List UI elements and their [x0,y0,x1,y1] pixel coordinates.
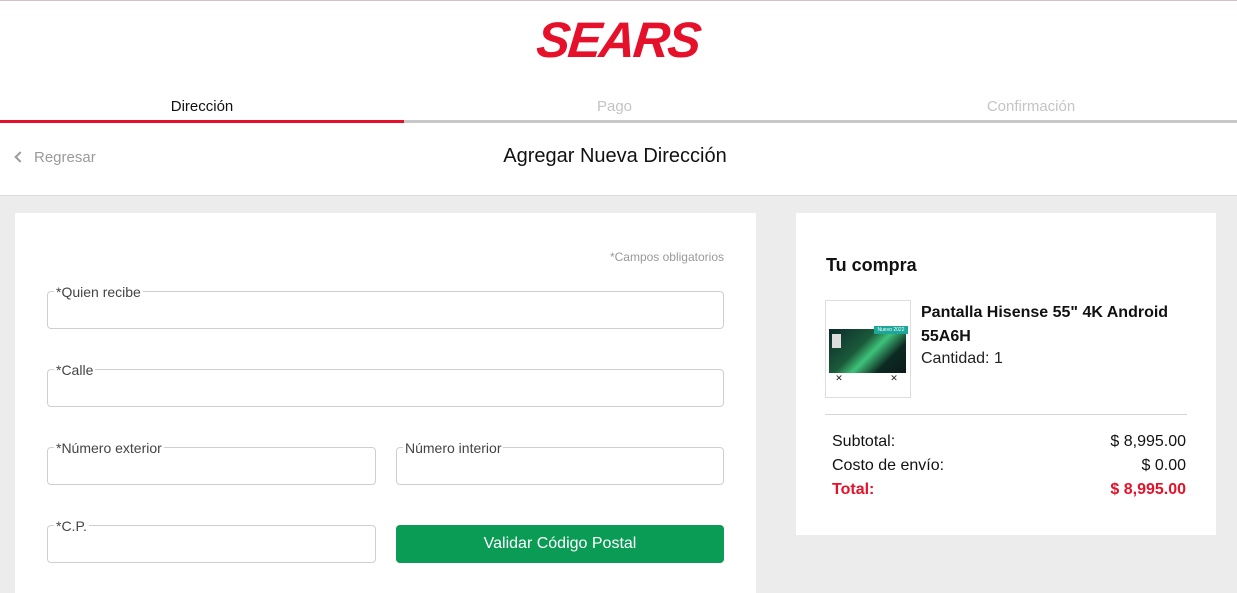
total-value: $ 8,995.00 [1110,481,1186,498]
total-label: Total: [832,481,875,498]
order-summary: Tu compra Nuevo 2022 ✕ ✕ Pantalla Hisens… [796,213,1216,535]
page-title: Agregar Nueva Dirección [503,145,727,167]
calle-field[interactable]: *Calle [47,362,724,407]
logo-text: SEARS [534,12,703,68]
quien-recibe-field[interactable]: *Quien recibe [47,284,724,329]
quien-recibe-input[interactable] [48,292,723,328]
validate-postal-code-button[interactable]: Validar Código Postal [396,525,724,563]
cp-input[interactable] [48,526,375,562]
step-direccion: Dirección [0,97,404,123]
tv-leg-icon: ✕ [835,373,843,383]
shipping-row: Costo de envío: $ 0.00 [832,457,1186,479]
step-label: Pago [596,98,633,115]
product-quantity: Cantidad: 1 [921,350,1003,367]
numero-interior-field[interactable]: Número interior [396,440,724,485]
numero-exterior-field[interactable]: *Número exterior [47,440,376,485]
shipping-label: Costo de envío: [832,457,945,474]
step-label: Dirección [170,98,234,115]
summary-title: Tu compra [826,255,917,275]
shipping-value: $ 0.00 [1141,457,1186,474]
address-form: *Campos obligatorios *Quien recibe *Call… [15,213,756,593]
quien-recibe-label: *Quien recibe [54,284,143,300]
step-label: Confirmación [986,98,1076,115]
new-ribbon: Nuevo 2022 [874,326,908,334]
step-pago: Pago [404,97,825,123]
numero-exterior-label: *Número exterior [54,440,164,456]
summary-divider [825,414,1187,415]
required-fields-note: *Campos obligatorios [609,250,724,264]
step-progress-bar [0,120,404,123]
page-header: SEARS Dirección Pago Confirmación Regres… [0,1,1237,196]
checkout-steps: Dirección Pago Confirmación [0,97,1237,123]
subtotal-label: Subtotal: [832,433,896,450]
product-image[interactable]: Nuevo 2022 ✕ ✕ [825,300,911,398]
subtotal-row: Subtotal: $ 8,995.00 [832,433,1186,455]
step-progress-bar [825,120,1237,123]
tv-screen-graphic: Nuevo 2022 [829,326,908,373]
cp-label: *C.P. [54,518,89,534]
calle-input[interactable] [48,370,723,406]
tv-badge [832,334,841,348]
total-row: Total: $ 8,995.00 [832,481,1186,503]
step-confirmacion: Confirmación [825,97,1237,123]
numero-interior-label: Número interior [403,440,504,456]
cp-field[interactable]: *C.P. [47,518,376,563]
tv-leg-icon: ✕ [890,373,898,383]
step-progress-bar [404,120,825,123]
header-divider [0,195,1237,196]
calle-label: *Calle [54,362,96,378]
sears-logo[interactable]: SEARS [0,11,1237,69]
subtotal-value: $ 8,995.00 [1110,433,1186,450]
product-name[interactable]: Pantalla Hisense 55" 4K Android 55A6H [921,301,1191,349]
